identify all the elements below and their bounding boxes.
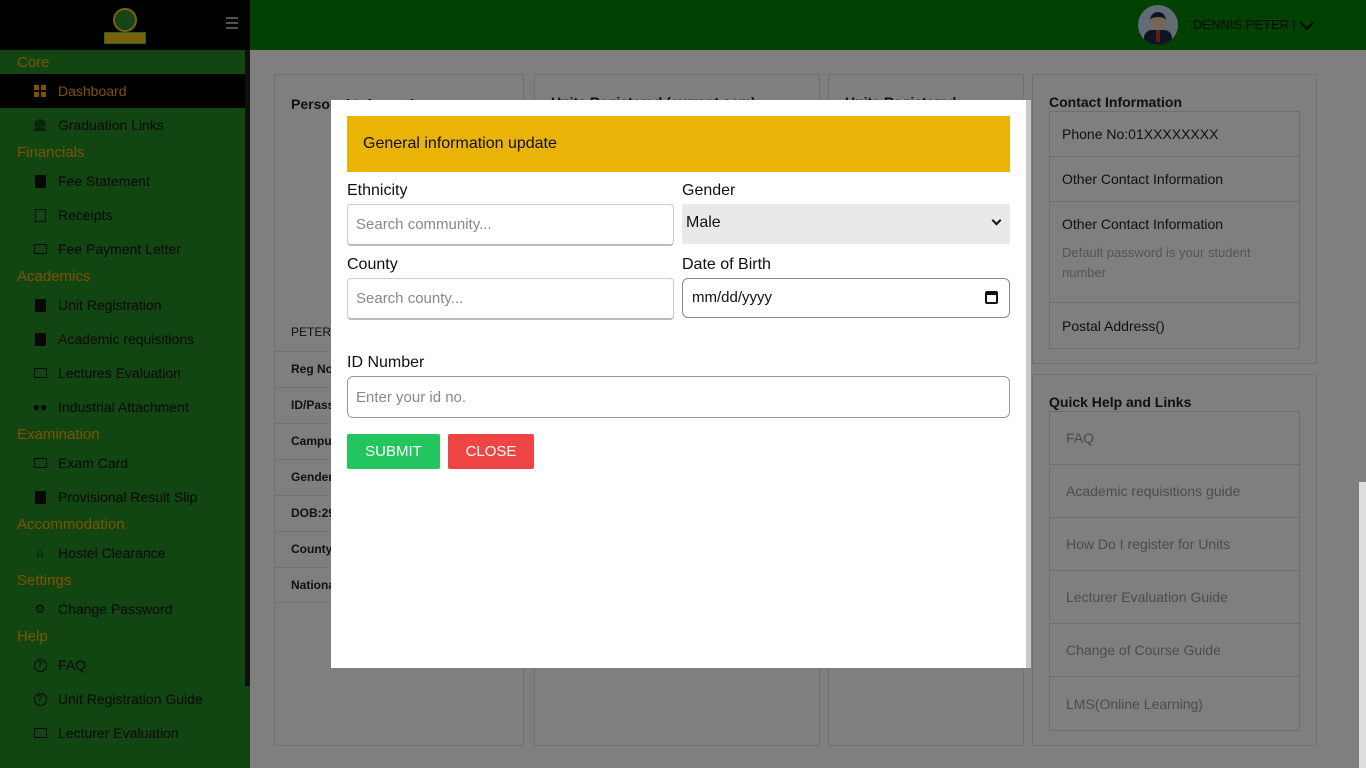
page-scrollbar[interactable] (1359, 482, 1366, 768)
dob-input[interactable]: mm/dd/yyyy (682, 278, 1010, 318)
county-label: County (347, 256, 398, 273)
id-number-input[interactable] (347, 376, 1010, 418)
county-input[interactable] (347, 278, 674, 320)
dob-label: Date of Birth (682, 256, 771, 273)
close-button[interactable]: CLOSE (448, 434, 534, 469)
calendar-icon[interactable] (985, 291, 998, 304)
dob-placeholder: mm/dd/yyyy (692, 289, 773, 306)
gender-label: Gender (682, 182, 736, 199)
general-info-modal: General information update Ethnicity Gen… (331, 100, 1031, 668)
id-number-label: ID Number (347, 354, 425, 371)
chevron-down-icon (991, 215, 1002, 226)
ethnicity-label: Ethnicity (347, 182, 408, 199)
gender-value: Male (686, 214, 721, 231)
submit-button[interactable]: SUBMIT (347, 434, 440, 469)
gender-select[interactable]: Male (682, 204, 1010, 244)
ethnicity-input[interactable] (347, 204, 674, 246)
modal-title: General information update (347, 116, 1010, 172)
